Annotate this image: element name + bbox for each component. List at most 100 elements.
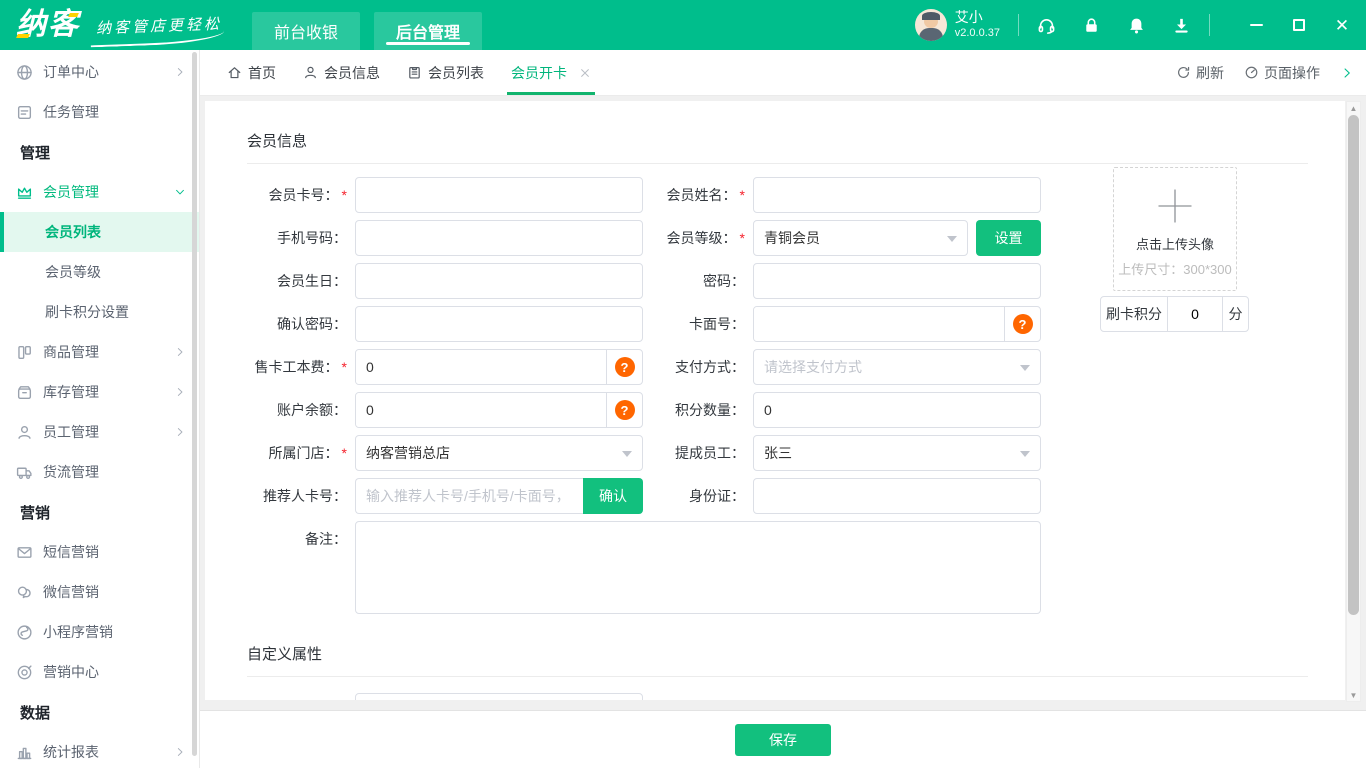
sidebar-section-marketing: 营销 (20, 504, 51, 522)
page-operations-button[interactable]: 页面操作 (1244, 63, 1320, 83)
save-button[interactable]: 保存 (735, 723, 831, 756)
card-face-no-label: 卡面号： (689, 316, 745, 332)
id-card-input[interactable] (753, 478, 1041, 514)
minimize-button[interactable] (1248, 17, 1264, 33)
scroll-down-arrow-icon[interactable]: ▼ (1347, 689, 1360, 701)
referrer-input[interactable] (355, 478, 583, 514)
chevron-right-icon[interactable] (1340, 66, 1354, 80)
bar-chart-icon (17, 747, 32, 759)
sidebar-section-management: 管理 (20, 144, 51, 162)
balance-help[interactable]: ? (606, 393, 642, 427)
refresh-icon (1178, 66, 1190, 78)
support-headset-icon[interactable] (1037, 16, 1056, 35)
section-title-custom-attrs: 自定义属性 (247, 646, 323, 663)
remark-textarea[interactable] (355, 521, 1041, 614)
balance-label: 账户余额： (277, 402, 347, 418)
phone-label: 手机号码： (277, 230, 347, 246)
swipe-points-input[interactable] (1167, 296, 1223, 332)
commission-staff-select[interactable]: 张三 (753, 435, 1041, 471)
custom-attr-input[interactable] (355, 693, 643, 700)
header-divider (1018, 14, 1019, 36)
sidebar-section-data: 数据 (20, 704, 51, 722)
lock-icon[interactable] (1082, 16, 1101, 35)
sidebar-item-goods-management[interactable]: 商品管理 (0, 332, 199, 372)
close-icon[interactable] (579, 67, 591, 79)
notification-bell-icon[interactable] (1127, 16, 1146, 35)
help-question-icon: ? (1012, 314, 1033, 334)
miniprogram-icon (17, 624, 32, 640)
scroll-up-arrow-icon[interactable]: ▲ (1347, 102, 1360, 114)
sidebar-subitem-member-list[interactable]: 会员列表 (0, 212, 199, 252)
refresh-button[interactable]: 刷新 (1176, 63, 1224, 83)
pay-method-select[interactable]: 请选择支付方式 (753, 349, 1041, 385)
user-meta[interactable]: 艾小 v2.0.0.37 (955, 9, 1000, 40)
page-tab-bar: 首页 会员信息 会员列表 会员开卡 刷新 页面操作 (200, 50, 1366, 96)
balance-input[interactable] (356, 393, 606, 427)
required-asterisk: * (341, 445, 347, 461)
referrer-confirm-button[interactable]: 确认 (583, 478, 643, 514)
user-icon (18, 425, 31, 439)
brand-tagline: 纳客管店更轻松 (96, 12, 223, 37)
card-face-no-input[interactable] (754, 307, 1004, 341)
sidebar-scrollbar[interactable] (192, 52, 197, 756)
card-fee-input[interactable] (356, 350, 606, 384)
chevron-right-icon (177, 388, 183, 396)
logo-text: 纳客 (16, 10, 80, 40)
card-fee-group: ? (355, 349, 643, 385)
sidebar-subitem-member-level[interactable]: 会员等级 (0, 252, 199, 292)
commission-staff-label: 提成员工： (675, 445, 745, 461)
clipboard-icon (17, 105, 32, 119)
content-scrollbar[interactable]: ▲ ▼ (1346, 101, 1361, 702)
sidebar-item-task-management[interactable]: 任务管理 (0, 92, 199, 132)
user-avatar[interactable] (914, 9, 947, 41)
card-fee-help[interactable]: ? (606, 350, 642, 384)
sidebar-subitem-swipe-points-settings[interactable]: 刷卡积分设置 (0, 292, 199, 332)
sidebar-item-order-center[interactable]: 订单中心 (0, 52, 199, 92)
password-input[interactable] (753, 263, 1041, 299)
id-card-label: 身份证： (689, 488, 745, 504)
target-icon (17, 664, 32, 679)
sidebar-item-staff-management[interactable]: 员工管理 (0, 412, 199, 452)
sidebar-item-wechat-marketing[interactable]: 微信营销 (0, 572, 199, 612)
app-version: v2.0.0.37 (954, 26, 1000, 39)
tab-member-list[interactable]: 会员列表 (407, 50, 484, 95)
maximize-button[interactable] (1291, 17, 1307, 33)
remark-label: 备注： (305, 531, 347, 547)
member-level-label: 会员等级： * (666, 230, 745, 246)
scrollbar-thumb[interactable] (1348, 115, 1359, 615)
member-card-no-input[interactable] (355, 177, 643, 213)
card-face-no-group: ? (753, 306, 1041, 342)
sidebar-item-member-management[interactable]: 会员管理 (0, 172, 199, 212)
sidebar-item-logistics-management[interactable]: 货流管理 (0, 452, 199, 492)
required-asterisk: * (341, 187, 347, 203)
download-icon[interactable] (1172, 16, 1191, 35)
swipe-points-unit: 分 (1222, 296, 1249, 332)
close-window-button[interactable]: ✕ (1334, 17, 1350, 34)
tab-member-card-open[interactable]: 会员开卡 (507, 50, 595, 95)
confirm-password-input[interactable] (355, 306, 643, 342)
avatar-upload-box[interactable]: 点击上传头像 上传尺寸：300*300 (1113, 167, 1237, 291)
card-face-help[interactable]: ? (1004, 307, 1040, 341)
sidebar-item-sms-marketing[interactable]: 短信营销 (0, 532, 199, 572)
user-icon (305, 66, 316, 79)
member-name-input[interactable] (753, 177, 1041, 213)
points-qty-input[interactable] (753, 392, 1041, 428)
sidebar-item-statistics-report[interactable]: 统计报表 (0, 732, 199, 768)
sidebar-item-inventory-management[interactable]: 库存管理 (0, 372, 199, 412)
level-settings-button[interactable]: 设置 (976, 220, 1041, 256)
tab-member-info[interactable]: 会员信息 (303, 50, 380, 95)
sidebar-item-marketing-center[interactable]: 营销中心 (0, 652, 199, 692)
nav-tab-backstage[interactable]: 后台管理 (374, 12, 483, 50)
balance-group: ? (355, 392, 643, 428)
tab-home[interactable]: 首页 (227, 50, 276, 95)
header-divider (1209, 14, 1210, 36)
referrer-label: 推荐人卡号： (263, 488, 347, 504)
document-icon (409, 67, 420, 79)
member-level-select[interactable]: 青铜会员 (753, 220, 968, 256)
phone-input[interactable] (355, 220, 643, 256)
sidebar-item-miniprogram-marketing[interactable]: 小程序营销 (0, 612, 199, 652)
chevron-down-icon (176, 189, 184, 195)
birthday-input[interactable] (355, 263, 643, 299)
store-select[interactable]: 纳客营销总店 (355, 435, 643, 471)
nav-tab-front-cashier[interactable]: 前台收银 (252, 12, 361, 50)
